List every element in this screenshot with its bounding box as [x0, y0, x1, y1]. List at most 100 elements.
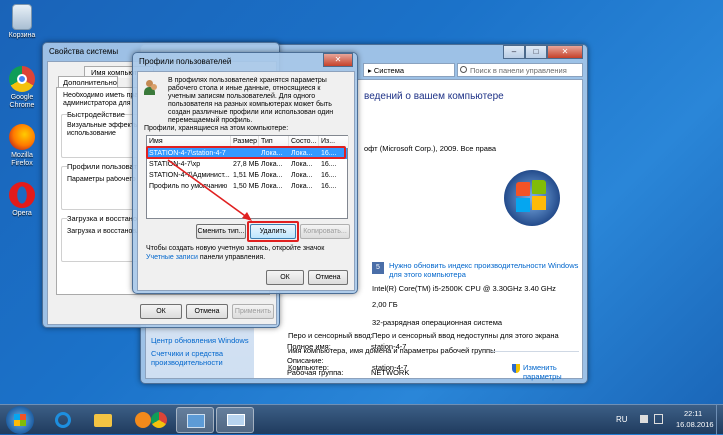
fullname-label: Полное имя: [287, 342, 331, 351]
cell-size: 27,8 МБ [233, 161, 259, 168]
language-indicator[interactable]: RU [616, 415, 628, 424]
tray-network-icon[interactable] [654, 414, 663, 424]
taskbar-explorer[interactable] [84, 407, 122, 433]
cancel-button[interactable]: Отмена [308, 270, 348, 285]
pen-input-value: Перо и сенсорный ввод недоступны для это… [372, 331, 559, 340]
dialog-caption-buttons: ✕ [323, 53, 353, 67]
recycle-bin-icon [12, 4, 32, 30]
list-label: Профили, хранящиеся на этом компьютере: [144, 125, 289, 132]
folder-icon [94, 414, 112, 427]
processor-value: Intel(R) Core(TM) i5-2500K CPU @ 3.30GHz… [372, 284, 556, 293]
row-highlight-annotation [146, 146, 346, 159]
window-caption-buttons: ‒ □ ✕ [503, 45, 583, 59]
cell-type: Лока... [261, 183, 283, 190]
windows-flag-icon [14, 414, 26, 426]
shield-icon [512, 364, 520, 373]
workgroup-value: NETWORK [371, 368, 410, 377]
fullname-value: station-4-7 [371, 342, 407, 351]
cell-type: Лока... [261, 172, 283, 179]
desktop-icon-label: Корзина [8, 32, 36, 39]
search-input[interactable]: Поиск в панели управления [457, 63, 583, 77]
taskbar-chrome[interactable] [140, 407, 178, 433]
table-row[interactable]: STATION-4-7\xp 27,8 МБ Лока... Лока... 1… [147, 159, 347, 170]
page-heading: ведений о вашем компьютере [364, 91, 504, 102]
ok-button[interactable]: ОК [266, 270, 304, 285]
cell-modified: 16.... [321, 161, 337, 168]
desktop-icon-label: Google Chrome [9, 94, 35, 109]
desktop-icon-firefox[interactable]: Mozilla Firefox [0, 124, 44, 168]
user-profiles-dialog: Профили пользователей ✕ В профилях польз… [132, 52, 358, 294]
desktop-icon-recycle-bin[interactable]: Корзина [0, 4, 44, 40]
pen-input-label: Перо и сенсорный ввод: [288, 331, 373, 340]
start-button[interactable] [6, 406, 34, 434]
ok-button[interactable]: ОК [140, 304, 182, 319]
cell-status: Лока... [291, 161, 313, 168]
footer-text-part2: панели управления. [199, 254, 266, 261]
chrome-icon [9, 66, 35, 92]
breadcrumb: ▸ Система [368, 66, 405, 75]
cell-name: STATION-4-7\xp [149, 161, 201, 168]
tab-label: Дополнительно [63, 78, 117, 87]
minimize-button[interactable]: ‒ [503, 45, 525, 59]
taskbar-system-properties[interactable] [216, 407, 254, 433]
cell-name: Профиль по умолчанию [149, 183, 228, 190]
tray-flag-icon[interactable] [640, 415, 648, 423]
show-desktop-button[interactable] [716, 405, 723, 435]
footer-text: Чтобы создать новую учетную запись, откр… [146, 244, 350, 262]
footer-text-part1: Чтобы создать новую учетную запись, откр… [146, 245, 325, 252]
close-button[interactable]: ✕ [323, 53, 353, 67]
search-icon [460, 66, 467, 73]
search-placeholder: Поиск в панели управления [470, 66, 567, 75]
maximize-button[interactable]: □ [525, 45, 547, 59]
memory-value: 2,00 ГБ [372, 300, 398, 309]
taskbar: RU 22:11 16.08.2016 [0, 404, 723, 435]
opera-icon [9, 182, 35, 208]
cell-status: Лока... [291, 172, 313, 179]
cell-type: Лока... [261, 161, 283, 168]
table-row[interactable]: Профиль по умолчанию 1,50 МБ Лока... Лок… [147, 181, 347, 192]
computer-icon [227, 414, 245, 426]
performance-index-badge-icon: 5 [372, 262, 384, 274]
cell-name: STATION-4-7\Админист... [149, 172, 230, 179]
cell-modified: 16.... [321, 172, 337, 179]
desktop-icon-label: Opera [12, 210, 32, 217]
performance-group-label: Быстродействие [67, 110, 125, 119]
accounts-link[interactable]: Учетные записи [146, 254, 198, 261]
apply-button[interactable]: Применить [232, 304, 274, 319]
clock-time[interactable]: 22:11 [684, 409, 702, 418]
profiles-body: В профилях пользователей хранятся параме… [137, 71, 355, 291]
intro-text: В профилях пользователей хранятся параме… [168, 77, 334, 124]
cell-size: 1,51 МБ [233, 172, 259, 179]
desktop-icon-label: Mozilla Firefox [11, 152, 33, 167]
cell-size: 1,50 МБ [233, 183, 259, 190]
section-divider [491, 351, 579, 352]
desktop-icon-chrome[interactable]: Google Chrome [0, 66, 44, 110]
cancel-button[interactable]: Отмена [186, 304, 228, 319]
delete-highlight-annotation [247, 221, 299, 242]
firefox-icon [9, 124, 35, 150]
sidebar-link-performance[interactable]: Счетчики и средства производительности [151, 349, 241, 367]
desktop-icon-opera[interactable]: Opera [0, 182, 44, 218]
workgroup-label: Рабочая группа: [287, 368, 344, 377]
clock-date[interactable]: 16.08.2016 [676, 420, 714, 429]
sidebar-link-windows-update[interactable]: Центр обновления Windows [151, 336, 249, 347]
change-params-link[interactable]: Изменить параметры [523, 363, 579, 381]
ie-icon [55, 412, 71, 428]
control-panel-icon [187, 414, 205, 428]
windows-index-link[interactable]: Нужно обновить индекс производительности… [389, 261, 579, 279]
copy-button[interactable]: Копировать... [300, 224, 350, 239]
cell-modified: 16.... [321, 183, 337, 190]
table-row[interactable]: STATION-4-7\Админист... 1,51 МБ Лока... … [147, 170, 347, 181]
change-type-button[interactable]: Сменить тип... [196, 224, 246, 239]
windows-logo-icon [504, 170, 560, 226]
copyright-text: офт (Microsoft Corp.), 2009. Все права [364, 144, 497, 153]
address-bar[interactable]: ▸ Система [363, 63, 455, 77]
taskbar-ie[interactable] [44, 407, 82, 433]
chrome-icon [151, 412, 167, 428]
cell-status: Лока... [291, 183, 313, 190]
system-type-value: 32-разрядная операционная система [372, 318, 503, 327]
taskbar-control-panel[interactable] [176, 407, 214, 433]
description-label: Описание: [287, 356, 324, 365]
close-button[interactable]: ✕ [547, 45, 583, 59]
users-icon [144, 80, 158, 96]
